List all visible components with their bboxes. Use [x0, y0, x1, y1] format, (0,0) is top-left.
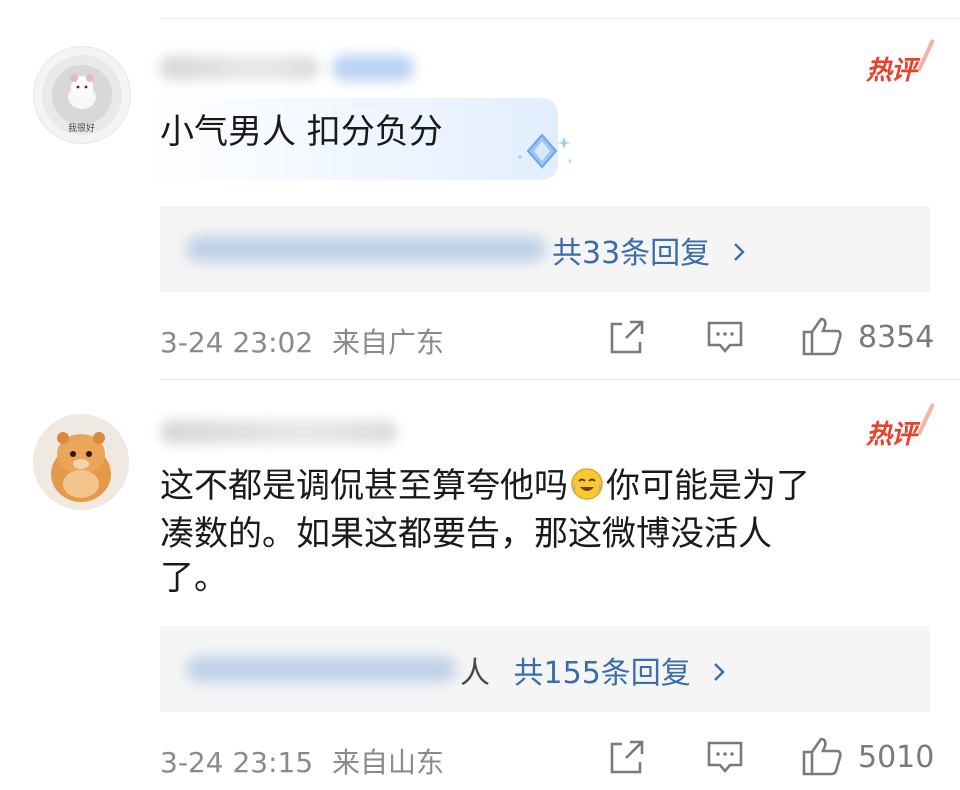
reply-preview-blurred: [186, 236, 546, 262]
thumbs-up-icon[interactable]: [801, 736, 843, 780]
avatar-image: [33, 414, 129, 510]
comment-text: 小气男人 扣分负分: [160, 112, 443, 152]
comment-item-1: 我很好 热评 小气男人 扣分负分 共33条回复 3-24 23:02 来自广东: [0, 0, 960, 380]
diamond-sparkle-icon: [518, 133, 572, 169]
replies-count-link[interactable]: 共33条回复: [552, 228, 746, 272]
comment-text-line-1: 这不都是调侃甚至算夸他吗: [160, 466, 568, 506]
username-blurred[interactable]: [160, 420, 398, 444]
like-count: 8354: [858, 320, 935, 355]
comment-time: 3-24 23:02: [160, 326, 314, 359]
comment-meta: 3-24 23:02 来自广东: [160, 321, 444, 361]
hot-comment-tag: 热评: [866, 402, 935, 451]
reply-preview-suffix: 人: [460, 656, 490, 691]
comment-icon[interactable]: [706, 320, 744, 360]
avatar[interactable]: [33, 414, 129, 510]
avatar-caption: 我很好: [68, 124, 96, 134]
user-badge-blurred: [332, 55, 414, 81]
comment-text-line-2: 凑数的。如果这都要告，那这微博没活人: [160, 514, 772, 554]
comment-time: 3-24 23:15: [160, 746, 314, 779]
comment-location: 来自山东: [332, 746, 445, 779]
replies-preview[interactable]: 人 共155条回复: [160, 626, 930, 712]
comment-text: 这不都是调侃甚至算夸他吗 你可能是为了 凑数的。如果这都要告，那这微博没活人 了。: [160, 464, 920, 600]
crying-laughing-emoji-icon: [570, 467, 604, 512]
like-count: 5010: [858, 740, 935, 775]
comment-item-2: 热评 这不都是调侃甚至算夸他吗 你可能是为了 凑数的。如果这都要告，那这微博没活人…: [0, 380, 960, 790]
chevron-right-icon: [712, 656, 726, 691]
replies-preview[interactable]: 共33条回复: [160, 206, 930, 292]
chevron-right-icon: [732, 236, 746, 271]
comment-meta: 3-24 23:15 来自山东: [160, 741, 444, 781]
comment-text-line-3: 了。: [160, 558, 228, 598]
share-icon[interactable]: [608, 740, 646, 780]
comment-location: 来自广东: [332, 326, 445, 359]
replies-count-link[interactable]: 人 共155条回复: [460, 648, 726, 692]
comment-icon[interactable]: [706, 740, 744, 780]
reply-preview-blurred: [186, 656, 456, 682]
comment-text-line-1b: 你可能是为了: [606, 466, 810, 506]
thumbs-up-icon[interactable]: [801, 316, 843, 360]
avatar[interactable]: 我很好: [33, 46, 131, 144]
share-icon[interactable]: [608, 320, 646, 360]
hot-comment-tag: 热评: [866, 38, 935, 87]
username-blurred[interactable]: [160, 56, 320, 80]
